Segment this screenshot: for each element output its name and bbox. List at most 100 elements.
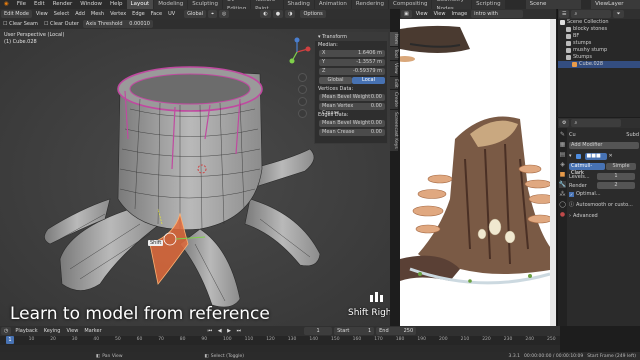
timeline-menu-marker[interactable]: Marker: [81, 328, 104, 334]
mode-dropdown[interactable]: Edit Mode: [1, 10, 32, 18]
render-levels-field[interactable]: 2: [597, 182, 635, 189]
start-frame-field[interactable]: Start 1: [334, 327, 375, 335]
tab-sculpting[interactable]: Sculpting: [188, 0, 222, 9]
playhead[interactable]: 1: [6, 336, 14, 344]
tab-animation[interactable]: Animation: [314, 0, 351, 9]
tab-modeling[interactable]: Modeling: [154, 0, 188, 9]
tab-shading[interactable]: Shading: [283, 0, 314, 9]
clear-seam-checkbox[interactable]: ☐ Clear Seam: [0, 21, 41, 27]
options-button[interactable]: Options: [300, 10, 326, 18]
outliner-item-selected[interactable]: Cube.028: [558, 61, 640, 68]
overlay-icon[interactable]: ◐: [260, 10, 271, 18]
timeline-menu-keying[interactable]: Keying: [41, 328, 64, 334]
tab-screencast-keys[interactable]: Screencast Keys: [390, 110, 398, 152]
physics-icon[interactable]: ◯: [559, 201, 566, 208]
render-icon[interactable]: ▦: [560, 141, 566, 148]
current-frame-field[interactable]: 1: [304, 327, 333, 335]
simple-button[interactable]: Simple: [606, 163, 636, 170]
proportional-icon[interactable]: ◎: [218, 10, 230, 18]
playback-controls[interactable]: ⏮ ◀ ▶ ⏭: [205, 328, 246, 334]
camera-icon[interactable]: [298, 97, 307, 106]
modifier-name-field[interactable]: ■■■: [584, 152, 607, 160]
viewport-menu-vertex[interactable]: Vertex: [107, 11, 129, 17]
timeline-ruler[interactable]: 0102030405060708090100110120130140150160…: [0, 336, 560, 345]
tab-rendering[interactable]: Rendering: [351, 0, 388, 9]
properties-search-icon[interactable]: ⌕: [571, 119, 622, 127]
menu-window[interactable]: Window: [76, 0, 106, 9]
modifier-wrench-icon[interactable]: 🔧: [558, 181, 567, 188]
tab-layout[interactable]: Layout: [126, 0, 154, 9]
tab-edit[interactable]: Edit: [390, 76, 398, 90]
edge-bevel-weight-field[interactable]: Mean Bevel Weight 0.00: [319, 120, 385, 127]
image-menu-image[interactable]: Image: [448, 11, 470, 17]
timeline-menu-view[interactable]: View: [63, 328, 81, 334]
menu-file[interactable]: File: [13, 0, 30, 9]
transform-section-header[interactable]: ▾ Transform: [315, 33, 387, 41]
expand-chevron-icon[interactable]: ▾: [569, 153, 572, 159]
menu-help[interactable]: Help: [106, 0, 127, 9]
optimal-display-checkbox[interactable]: ✓: [569, 191, 574, 197]
grid-view-icon[interactable]: [298, 109, 307, 118]
local-toggle[interactable]: Local: [352, 77, 385, 84]
outliner-item[interactable]: stumps: [558, 40, 640, 47]
median-y-field[interactable]: Y -1.3557 m: [319, 59, 385, 66]
close-icon[interactable]: ✕: [609, 153, 613, 159]
navigation-gizmo[interactable]: [282, 37, 312, 67]
material-icon[interactable]: ●: [560, 211, 565, 218]
menu-edit[interactable]: Edit: [30, 0, 49, 9]
image-menu-view[interactable]: View: [413, 11, 431, 17]
zoom-icon[interactable]: [298, 73, 307, 82]
tab-view[interactable]: View: [390, 61, 398, 76]
editor-type-icon[interactable]: ▣: [401, 10, 412, 18]
tab-tool[interactable]: Tool: [390, 47, 398, 60]
outliner-type-icon[interactable]: ☰: [559, 10, 570, 18]
end-frame-field[interactable]: End 250: [376, 327, 417, 335]
viewport-menu-select[interactable]: Select: [51, 11, 72, 17]
object-icon[interactable]: ■: [560, 171, 566, 178]
orientation-dropdown[interactable]: Global: [184, 10, 207, 18]
scene-icon[interactable]: ◈: [560, 161, 565, 168]
tab-create[interactable]: Create: [390, 90, 398, 110]
outliner-item[interactable]: blocky stones: [558, 26, 640, 33]
median-z-field[interactable]: Z -0.59379 m: [319, 68, 385, 75]
particles-icon[interactable]: ⁂: [560, 191, 566, 198]
median-x-field[interactable]: X 1.6406 m: [319, 50, 385, 57]
image-name-field[interactable]: intro with francisco: [471, 10, 524, 18]
filter-icon[interactable]: ⏷: [613, 10, 624, 18]
timeline-menu-playback[interactable]: Playback: [12, 328, 40, 334]
viewport-menu-add[interactable]: Add: [72, 11, 88, 17]
timeline-type-icon[interactable]: ◷: [1, 327, 12, 335]
scene-selector[interactable]: Scene: [525, 0, 582, 9]
outliner-item[interactable]: Stumps: [558, 54, 640, 61]
snap-icon[interactable]: ⌖: [208, 10, 217, 18]
viewport-menu-edge[interactable]: Edge: [129, 11, 148, 17]
viewport-menu-view[interactable]: View: [33, 11, 51, 17]
menu-render[interactable]: Render: [49, 0, 77, 9]
tab-compositing[interactable]: Compositing: [389, 0, 432, 9]
tool-icon[interactable]: ✎: [560, 131, 565, 138]
viewport-menu-mesh[interactable]: Mesh: [88, 11, 107, 17]
hand-pan-icon[interactable]: [298, 85, 307, 94]
catmull-clark-button[interactable]: Catmull-Clark: [569, 163, 605, 176]
outliner-item[interactable]: BF: [558, 33, 640, 40]
tab-scripting[interactable]: Scripting: [472, 0, 505, 9]
image-editor[interactable]: ▣ View View Image intro with francisco: [400, 9, 556, 326]
outliner-root[interactable]: Scene Collection: [558, 19, 640, 26]
image-menu-view-2[interactable]: View: [431, 11, 449, 17]
viewport-menu-face[interactable]: Face: [148, 11, 165, 17]
axis-threshold-field[interactable]: Axis Threshold 0.00010: [82, 20, 153, 28]
shading-solid-icon[interactable]: ●: [272, 10, 284, 18]
mean-bevel-weight-field[interactable]: Mean Bevel Weight 0.00: [319, 94, 385, 101]
blender-logo-icon[interactable]: ◉: [0, 0, 13, 9]
view-layer-selector[interactable]: ViewLayer: [591, 0, 640, 9]
clear-outer-checkbox[interactable]: ☐ Clear Outer: [41, 21, 82, 27]
viewport-menu-uv[interactable]: UV: [165, 11, 178, 17]
advanced-panel-header[interactable]: › Advanced: [569, 213, 639, 219]
output-icon[interactable]: ▤: [560, 151, 566, 158]
shading-material-icon[interactable]: ◑: [285, 10, 296, 18]
mean-crease-field[interactable]: Mean Crease 0.00: [319, 129, 385, 136]
global-toggle[interactable]: Global: [319, 77, 352, 84]
outliner-search-icon[interactable]: ⌕: [571, 10, 612, 18]
levels-field[interactable]: 1: [597, 173, 635, 180]
properties-type-icon[interactable]: ⚙: [559, 119, 570, 127]
